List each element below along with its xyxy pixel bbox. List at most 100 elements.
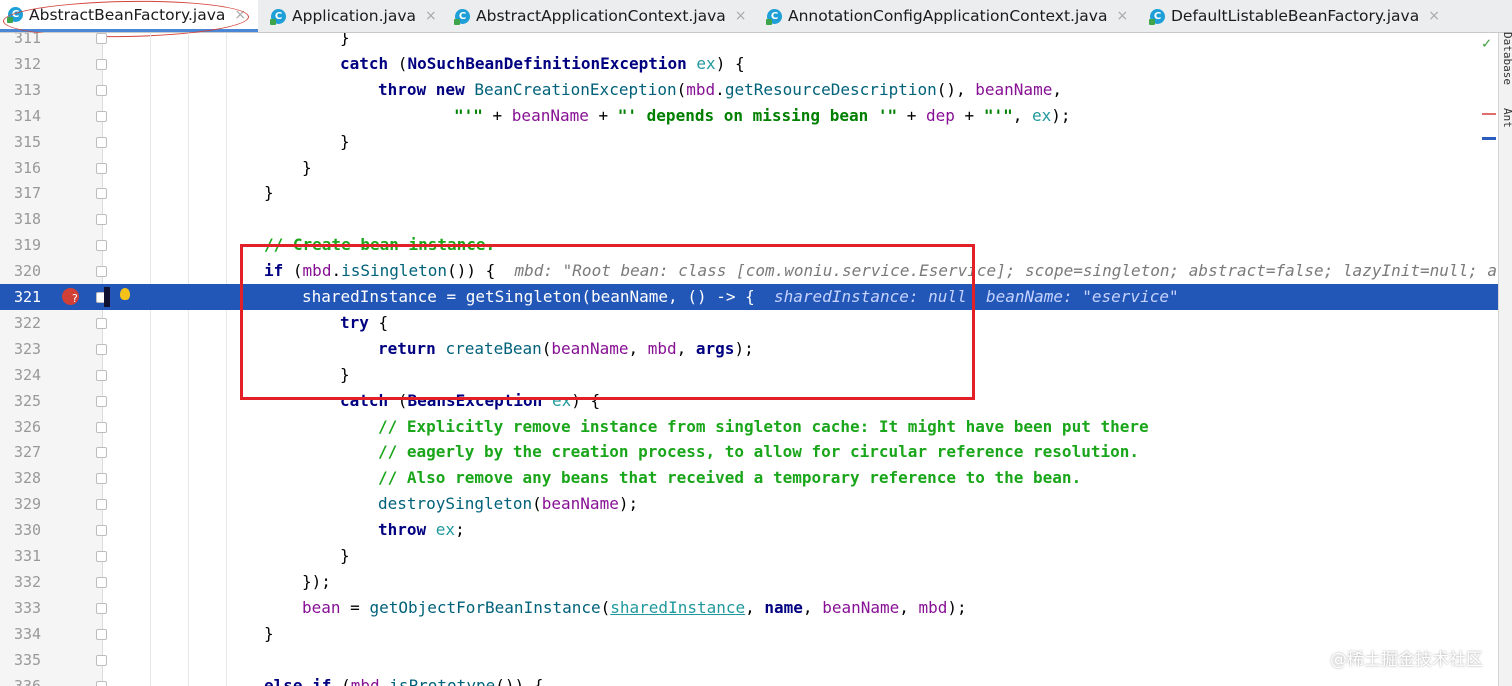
code-line[interactable]: 316} <box>0 155 1512 181</box>
code-editor[interactable]: 311} 312 catch (NoSuchBeanDefinitionExcept… <box>0 33 1512 686</box>
fold-marker-icon[interactable] <box>96 110 107 122</box>
fold-marker-icon[interactable] <box>96 240 107 252</box>
code-line[interactable]: 336 else if (mbd.isPrototype()) { <box>0 673 1512 686</box>
code-line[interactable]: 311} <box>0 33 1512 51</box>
code-line[interactable]: 323 return createBean(beanName, mbd, args… <box>0 336 1512 362</box>
fold-marker-icon[interactable] <box>96 33 107 44</box>
code-line[interactable]: 318 <box>0 206 1512 232</box>
line-number[interactable]: 318 <box>14 206 54 232</box>
intention-bulb-icon[interactable] <box>120 288 130 300</box>
line-number[interactable]: 331 <box>14 543 54 569</box>
fold-marker-icon[interactable] <box>96 447 107 459</box>
line-number[interactable]: 329 <box>14 491 54 517</box>
line-number[interactable]: 335 <box>14 647 54 673</box>
code-line[interactable]: 312 catch (NoSuchBeanDefinitionException … <box>0 51 1512 77</box>
line-number[interactable]: 321 <box>14 284 54 310</box>
line-number[interactable]: 315 <box>14 129 54 155</box>
code-text: } <box>340 129 350 155</box>
fold-marker-icon[interactable] <box>96 654 107 666</box>
code-line[interactable]: 317} <box>0 180 1512 206</box>
code-token: } <box>264 623 274 643</box>
code-line[interactable]: 335 <box>0 647 1512 673</box>
line-number[interactable]: 336 <box>14 673 54 686</box>
tab-annotation-config-application-context[interactable]: C AnnotationConfigApplicationContext.jav… <box>759 0 1141 32</box>
code-line[interactable]: 328 // Also remove any beans that receive… <box>0 465 1512 491</box>
line-number[interactable]: 334 <box>14 621 54 647</box>
code-line[interactable]: 329 destroySingleton(beanName); <box>0 491 1512 517</box>
fold-marker-icon[interactable] <box>96 266 107 278</box>
code-line[interactable]: 334} <box>0 621 1512 647</box>
fold-marker-icon[interactable] <box>96 343 107 355</box>
line-number[interactable]: 333 <box>14 595 54 621</box>
code-token: mbd <box>647 338 677 358</box>
code-line[interactable]: 324} <box>0 362 1512 388</box>
tab-default-listable-bean-factory[interactable]: C DefaultListableBeanFactory.java × <box>1142 0 1462 32</box>
code-line[interactable]: 320 if (mbd.isSingleton()) { mbd: "Root b… <box>0 258 1512 284</box>
ant-panel-tab[interactable]: Ant <box>1501 108 1512 128</box>
code-line[interactable]: 327 // eagerly by the creation process, t… <box>0 439 1512 465</box>
code-token: + <box>906 105 927 125</box>
fold-marker-icon[interactable] <box>96 58 107 70</box>
code-line[interactable]: 314 "'" + beanName + "' depends on missin… <box>0 103 1512 129</box>
code-token: } <box>264 183 274 203</box>
code-line[interactable]: 321 sharedInstance = getSingleton(beanNam… <box>0 284 1512 312</box>
fold-marker-icon[interactable] <box>96 369 107 381</box>
code-line[interactable]: 333 bean = getObjectForBeanInstance(share… <box>0 595 1512 621</box>
code-line[interactable]: 315} <box>0 129 1512 155</box>
line-number[interactable]: 326 <box>14 414 54 440</box>
caret-stripe-marker[interactable] <box>1482 137 1496 140</box>
line-number[interactable]: 328 <box>14 465 54 491</box>
code-line[interactable]: 326 // Explicitly remove instance from si… <box>0 414 1512 440</box>
fold-marker-icon[interactable] <box>96 576 107 588</box>
fold-marker-icon[interactable] <box>96 499 107 511</box>
tab-application[interactable]: C Application.java × <box>263 0 443 32</box>
close-icon[interactable]: × <box>425 8 437 24</box>
database-panel-tab[interactable]: Database <box>1501 32 1512 85</box>
code-line[interactable]: 330 throw ex; <box>0 517 1512 543</box>
fold-marker-icon[interactable] <box>96 395 107 407</box>
fold-marker-icon[interactable] <box>96 628 107 640</box>
line-number[interactable]: 319 <box>14 232 54 258</box>
line-number[interactable]: 317 <box>14 180 54 206</box>
line-number[interactable]: 313 <box>14 77 54 103</box>
fold-marker-icon[interactable] <box>96 214 107 226</box>
line-number[interactable]: 312 <box>14 51 54 77</box>
line-number[interactable]: 327 <box>14 439 54 465</box>
code-token: mbd <box>350 675 380 686</box>
code-line[interactable]: 331} <box>0 543 1512 569</box>
tab-abstract-bean-factory[interactable]: C AbstractBeanFactory.java × <box>0 0 258 32</box>
line-number[interactable]: 324 <box>14 362 54 388</box>
fold-marker-icon[interactable] <box>96 551 107 562</box>
fold-marker-icon[interactable] <box>96 680 107 686</box>
code-line[interactable]: 319 // Create bean instance. <box>0 232 1512 258</box>
line-number[interactable]: 332 <box>14 569 54 595</box>
breakpoint-icon[interactable] <box>62 286 79 312</box>
line-number[interactable]: 325 <box>14 388 54 414</box>
line-number[interactable]: 330 <box>14 517 54 543</box>
close-icon[interactable]: × <box>1116 8 1128 24</box>
line-number[interactable]: 316 <box>14 155 54 181</box>
line-number[interactable]: 323 <box>14 336 54 362</box>
line-number[interactable]: 314 <box>14 103 54 129</box>
close-icon[interactable]: × <box>735 8 747 24</box>
fold-marker-icon[interactable] <box>96 602 107 614</box>
fold-marker-icon[interactable] <box>96 162 107 174</box>
error-stripe-marker[interactable] <box>1482 113 1496 115</box>
line-number[interactable]: 320 <box>14 258 54 284</box>
code-line[interactable]: 325 catch (BeansException ex) { <box>0 388 1512 414</box>
code-line[interactable]: 322 try { <box>0 310 1512 336</box>
fold-marker-icon[interactable] <box>96 136 107 148</box>
fold-marker-icon[interactable] <box>96 317 107 329</box>
line-number[interactable]: 322 <box>14 310 54 336</box>
fold-marker-icon[interactable] <box>96 421 107 433</box>
code-line[interactable]: 332}); <box>0 569 1512 595</box>
line-number[interactable]: 311 <box>14 33 54 51</box>
fold-marker-icon[interactable] <box>96 525 107 537</box>
close-icon[interactable]: × <box>1428 8 1440 24</box>
close-icon[interactable]: × <box>234 7 246 23</box>
fold-marker-icon[interactable] <box>96 188 107 200</box>
fold-marker-icon[interactable] <box>96 473 107 485</box>
fold-marker-icon[interactable] <box>96 84 107 96</box>
tab-abstract-application-context[interactable]: C AbstractApplicationContext.java × <box>447 0 757 32</box>
code-line[interactable]: 313 throw new BeanCreationException(mbd.g… <box>0 77 1512 103</box>
